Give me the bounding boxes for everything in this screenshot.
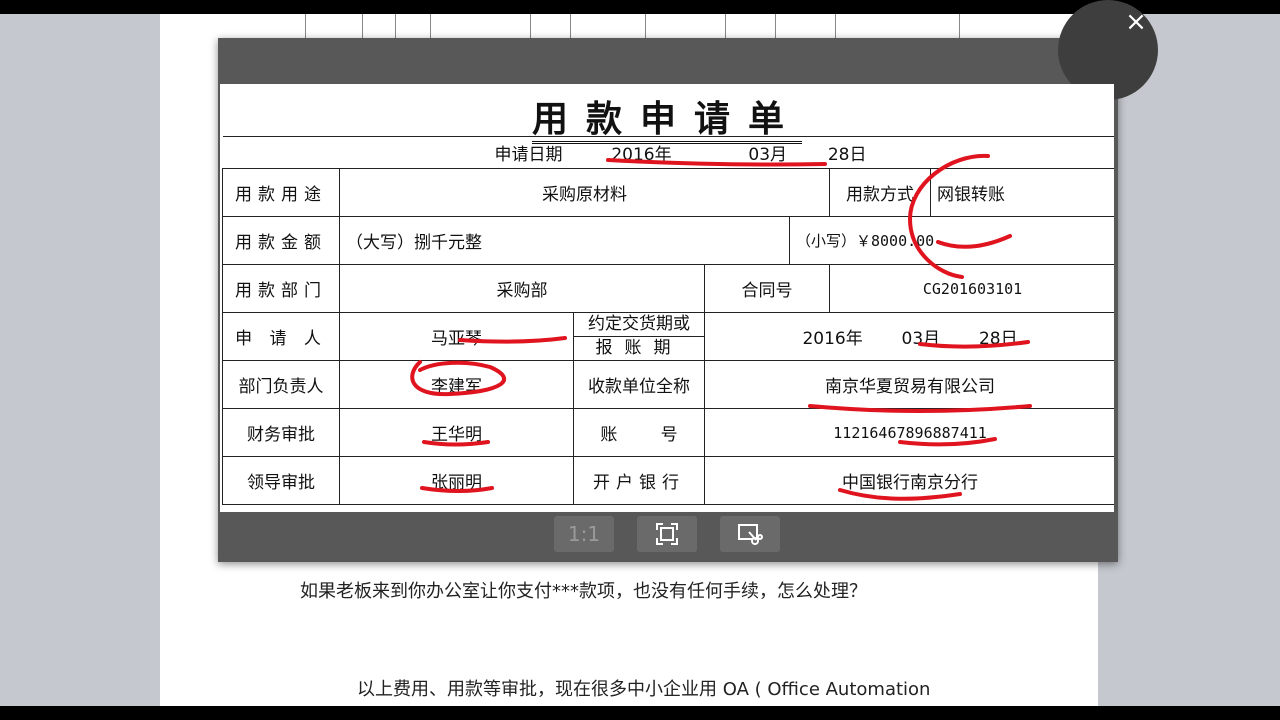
finance-value: 王华明 <box>339 408 574 457</box>
applicant-label: 申 请 人 <box>222 312 340 361</box>
actual-size-button[interactable]: 1:1 <box>554 516 614 552</box>
close-button[interactable]: × <box>1114 0 1158 44</box>
contract-label: 合同号 <box>704 264 830 313</box>
bank-label: 开户银行 <box>573 456 705 505</box>
dept-head-value: 李建军 <box>339 360 574 409</box>
payee-value: 南京华夏贸易有限公司 <box>703 360 1114 409</box>
delivery-day: 28日 <box>978 329 1018 349</box>
delivery-label-top: 约定交货期或 <box>574 314 704 337</box>
dept-head-row: 部门负责人 李建军 收款单位全称 南京华夏贸易有限公司 <box>222 360 1114 409</box>
dept-row: 用款部门 采购部 合同号 CG201603101 <box>222 264 1114 313</box>
delivery-year: 2016年 <box>802 329 863 349</box>
document-text-line: 如果老板来到你办公室让你支付***款项，也没有任何手续，怎么处理？ <box>300 581 867 602</box>
account-label: 账 号 <box>573 408 705 457</box>
finance-label: 财务审批 <box>222 408 340 457</box>
delivery-date: 2016年 03月 28日 <box>703 312 1114 361</box>
dept-value: 采购部 <box>339 264 705 313</box>
leader-label: 领导审批 <box>222 456 340 505</box>
delivery-label: 约定交货期或 报账期 <box>573 312 705 361</box>
screenshot-scissors-icon <box>738 524 763 545</box>
apply-date-year: 2016年 <box>611 145 672 165</box>
purpose-row: 用款用途 采购原材料 用款方式 网银转账 <box>222 168 1114 217</box>
fit-screen-button[interactable] <box>637 516 697 552</box>
document-text-line: 以上费用、用款等审批，现在很多中小企业用 OA ( Office Automat… <box>357 679 931 700</box>
method-value: 网银转账 <box>929 168 1114 217</box>
form-sheet: 用款申请单 申请日期 2016年 03月 28日 用款用途 采购原材料 用款方式… <box>220 84 1114 512</box>
bank-value: 中国银行南京分行 <box>703 456 1114 505</box>
method-label: 用款方式 <box>829 168 931 217</box>
image-viewer: × 用款申请单 申请日期 2016年 03月 28日 用款用途 采购原材料 用款… <box>218 0 1158 562</box>
apply-date-day: 28日 <box>827 145 867 165</box>
applicant-value: 马亚琴 <box>339 312 574 361</box>
purpose-label: 用款用途 <box>222 168 340 217</box>
amount-upper: （大写）捌千元整 <box>339 216 790 265</box>
apply-date-label: 申请日期 <box>494 145 563 165</box>
delivery-label-bottom: 报账期 <box>595 338 683 358</box>
leader-value: 张丽明 <box>339 456 574 505</box>
leader-row: 领导审批 张丽明 开户银行 中国银行南京分行 <box>222 456 1114 505</box>
finance-row: 财务审批 王华明 账 号 11216467896887411 <box>222 408 1114 457</box>
amount-row: 用款金额 （大写）捌千元整 （小写）￥8000.00 <box>222 216 1114 265</box>
dept-head-label: 部门负责人 <box>222 360 340 409</box>
form-title: 用款申请单 <box>220 90 1114 144</box>
contract-value: CG201603101 <box>828 264 1114 313</box>
purpose-value: 采购原材料 <box>339 168 830 217</box>
applicant-row: 申 请 人 马亚琴 约定交货期或 报账期 2016年 03月 28日 <box>222 312 1114 361</box>
amount-lower: （小写）￥8000.00 <box>788 216 1114 265</box>
viewer-toolbar: 1:1 <box>218 512 1118 562</box>
bottom-letterbox <box>0 706 1280 720</box>
payee-label: 收款单位全称 <box>573 360 705 409</box>
amount-label: 用款金额 <box>222 216 340 265</box>
apply-date-row: 申请日期 2016年 03月 28日 <box>222 136 1114 169</box>
screenshot-button[interactable] <box>720 516 780 552</box>
account-value: 11216467896887411 <box>703 408 1114 457</box>
payment-request-form: 申请日期 2016年 03月 28日 用款用途 采购原材料 用款方式 网银转账 … <box>222 136 1114 505</box>
delivery-month: 03月 <box>901 329 941 349</box>
apply-date-month: 03月 <box>748 145 788 165</box>
dept-label: 用款部门 <box>222 264 340 313</box>
close-icon: × <box>1125 7 1147 37</box>
fit-screen-icon <box>656 523 678 545</box>
